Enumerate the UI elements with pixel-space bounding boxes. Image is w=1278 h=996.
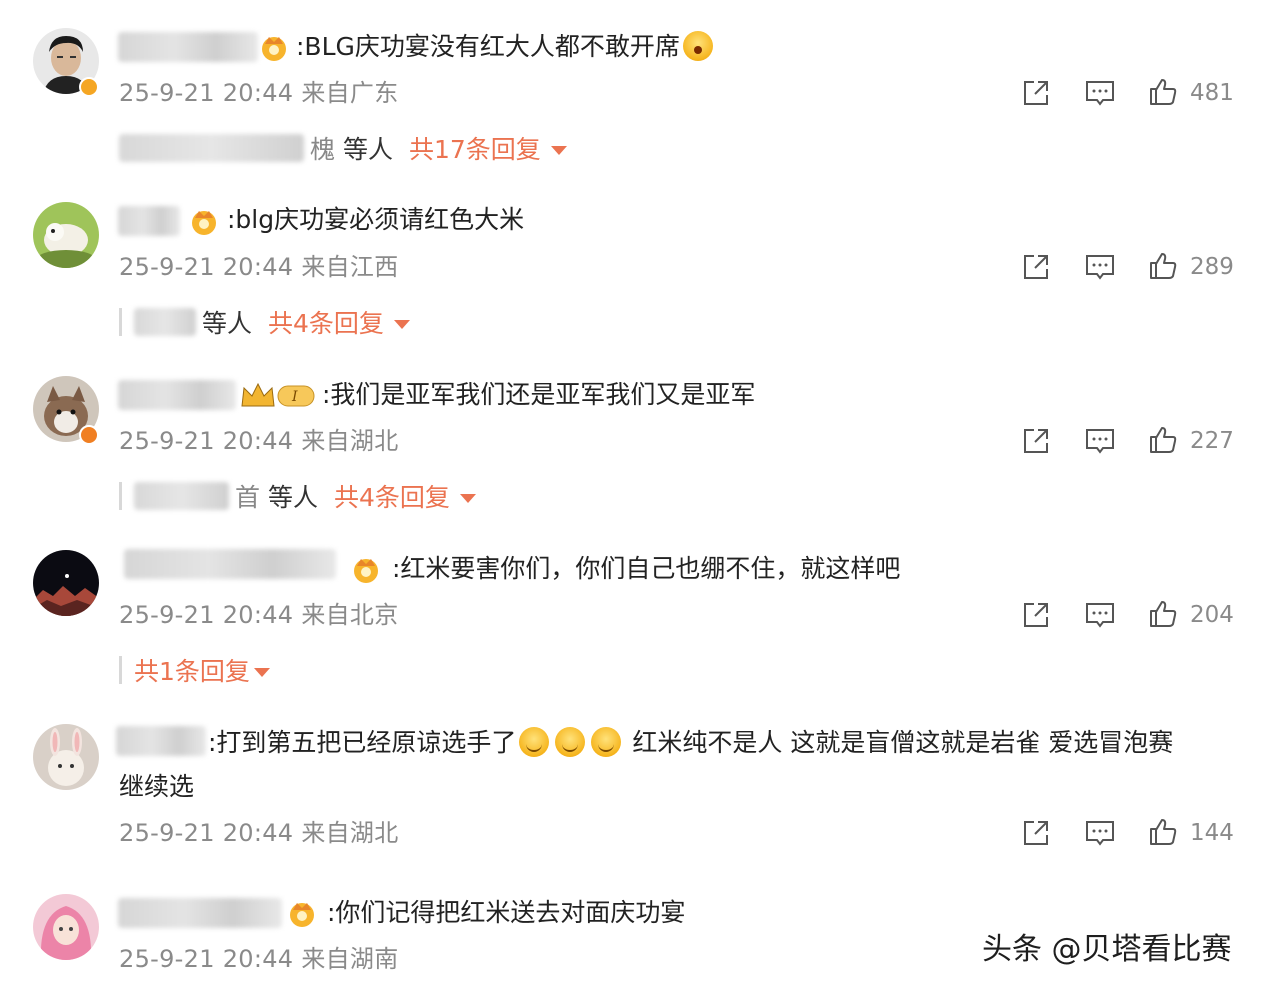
reply-summary[interactable]: 等人 共4条回复 — [119, 302, 410, 342]
reply-summary[interactable]: 共1条回复 — [119, 650, 270, 690]
comment-meta: 25-9-21 20:44 来自湖南 — [119, 944, 399, 974]
avatar[interactable] — [33, 894, 99, 960]
surprised-emoji — [682, 31, 713, 61]
username-blurred[interactable] — [116, 726, 206, 756]
timestamp: 25-9-21 20:44 — [119, 945, 294, 973]
reply-user-blurred — [134, 482, 229, 510]
badge-level: I — [291, 389, 298, 405]
location: 来自湖南 — [301, 945, 399, 973]
like-icon[interactable] — [1147, 250, 1179, 282]
like-icon[interactable] — [1147, 598, 1179, 630]
comment-text: :blg庆功宴必须请红色大米 — [227, 205, 525, 234]
caret-down-icon — [459, 493, 476, 503]
like-count: 227 — [1190, 428, 1234, 454]
comment-text-line2: 继续选 — [119, 772, 195, 801]
username-blurred[interactable] — [118, 206, 180, 236]
location: 来自广东 — [301, 79, 399, 107]
username-blurred[interactable] — [118, 32, 258, 62]
like-icon[interactable] — [1147, 816, 1179, 848]
reply-users: 首 等人 — [235, 483, 318, 512]
timestamp: 25-9-21 20:44 — [119, 427, 294, 455]
share-icon[interactable] — [1020, 817, 1052, 849]
username-blurred[interactable] — [118, 898, 282, 928]
comment-text: :你们记得把红米送去对面庆功宴 — [327, 898, 686, 927]
avatar[interactable] — [33, 202, 99, 268]
reply-users: 等人 — [202, 309, 253, 338]
caret-down-icon — [550, 145, 567, 155]
reply-user-blurred — [119, 134, 304, 162]
comment-text: :打到第五把已经原谅选手了 红米纯不是人 这就是盲僧这就是岩雀 爱选冒泡赛 — [208, 727, 1174, 757]
smile-emoji — [555, 727, 586, 757]
timestamp: 25-9-21 20:44 — [119, 819, 294, 847]
comment-icon[interactable] — [1084, 425, 1116, 457]
reply-user-blurred — [134, 308, 196, 336]
verified-icon — [79, 425, 99, 445]
reply-summary[interactable]: 槐 等人 共17条回复 — [119, 128, 567, 168]
like-count: 204 — [1190, 602, 1234, 628]
smile-emoji — [519, 727, 550, 757]
reply-divider — [119, 308, 122, 336]
like-count: 144 — [1190, 820, 1234, 846]
location: 来自江西 — [301, 253, 399, 281]
avatar[interactable] — [33, 724, 99, 790]
username-blurred[interactable] — [118, 380, 236, 410]
reply-divider — [119, 482, 122, 510]
avatar[interactable] — [33, 550, 99, 616]
like-count: 289 — [1190, 254, 1234, 280]
share-icon[interactable] — [1020, 425, 1052, 457]
reply-users: 槐 等人 — [310, 135, 393, 164]
like-count: 481 — [1190, 80, 1234, 106]
reply-total-link[interactable]: 共1条回复 — [134, 652, 250, 688]
comment-icon[interactable] — [1084, 817, 1116, 849]
like-icon[interactable] — [1147, 424, 1179, 456]
watermark: 头条 @贝塔看比赛 — [982, 932, 1232, 967]
share-icon[interactable] — [1020, 251, 1052, 283]
comment-text: :BLG庆功宴没有红大人都不敢开席 — [296, 30, 716, 64]
reply-total-link[interactable]: 共4条回复 — [268, 304, 384, 340]
comment-text: :我们是亚军我们还是亚军我们又是亚军 — [322, 380, 756, 409]
comment-icon[interactable] — [1084, 251, 1116, 283]
crown-badge-icon: I — [241, 382, 315, 407]
caret-down-icon — [393, 319, 410, 329]
comment-icon[interactable] — [1084, 77, 1116, 109]
crown-badge-icon — [262, 37, 286, 61]
reply-divider — [119, 656, 122, 684]
location: 来自北京 — [301, 601, 399, 629]
comment-meta: 25-9-21 20:44 来自广东 — [119, 78, 399, 108]
reply-summary[interactable]: 首 等人 共4条回复 — [119, 476, 476, 516]
timestamp: 25-9-21 20:44 — [119, 79, 294, 107]
comment-meta: 25-9-21 20:44 来自江西 — [119, 252, 399, 282]
reply-total-link[interactable]: 共17条回复 — [409, 130, 541, 166]
verified-icon — [79, 77, 99, 97]
comment-meta: 25-9-21 20:44 来自湖北 — [119, 426, 399, 456]
share-icon[interactable] — [1020, 77, 1052, 109]
like-icon[interactable] — [1147, 76, 1179, 108]
timestamp: 25-9-21 20:44 — [119, 253, 294, 281]
crown-badge-icon — [290, 903, 314, 927]
comment-text: :红米要害你们，你们自己也绷不住，就这样吧 — [392, 554, 901, 583]
location: 来自湖北 — [301, 819, 399, 847]
caret-down-icon — [253, 667, 270, 677]
reply-total-link[interactable]: 共4条回复 — [334, 478, 450, 514]
smile-emoji — [591, 727, 622, 757]
username-blurred[interactable] — [124, 549, 336, 579]
location: 来自湖北 — [301, 427, 399, 455]
comment-meta: 25-9-21 20:44 来自湖北 — [119, 818, 399, 848]
comment-icon[interactable] — [1084, 599, 1116, 631]
comment-meta: 25-9-21 20:44 来自北京 — [119, 600, 399, 630]
timestamp: 25-9-21 20:44 — [119, 601, 294, 629]
share-icon[interactable] — [1020, 599, 1052, 631]
crown-badge-icon — [354, 559, 378, 583]
crown-badge-icon — [192, 211, 216, 235]
